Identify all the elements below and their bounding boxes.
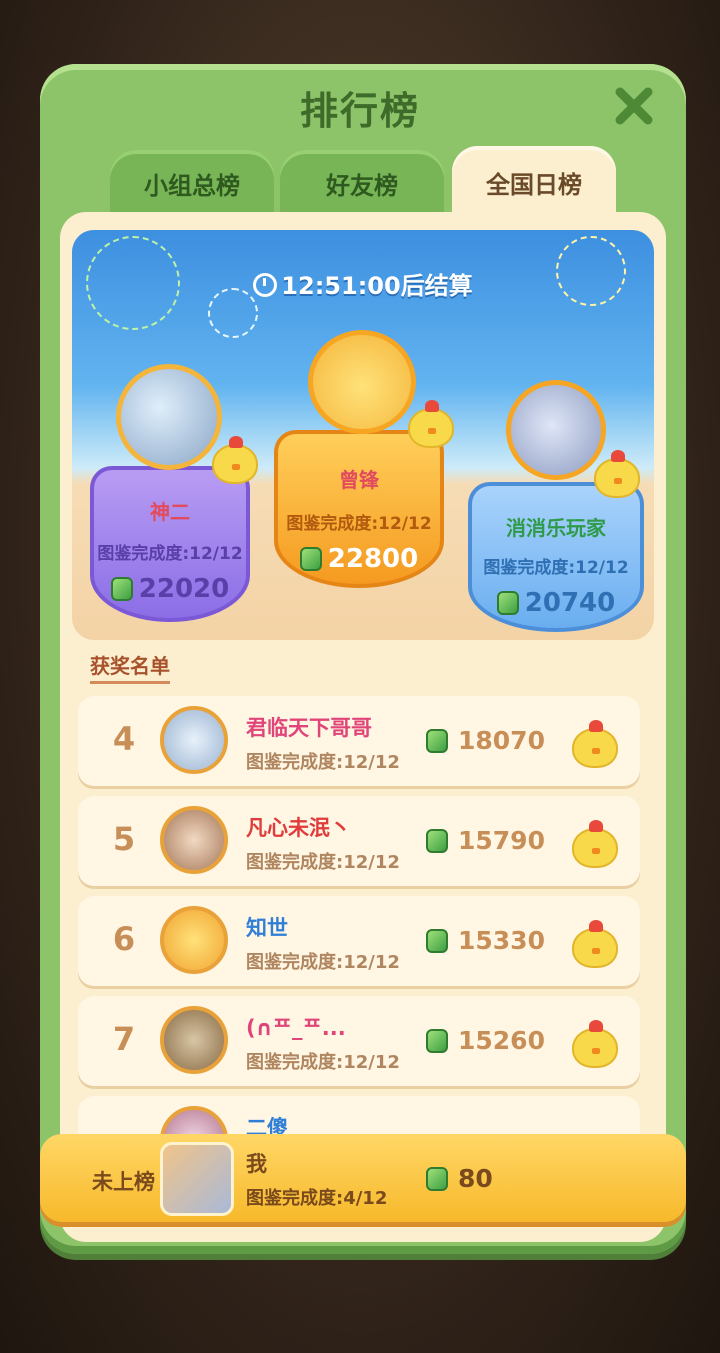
list-item[interactable]: 7 (∩ᄑ_ᄑ... 图鉴完成度:12/12 15260 [78, 996, 640, 1086]
podium-completion: 图鉴完成度:12/12 [97, 544, 243, 564]
avatar [308, 330, 416, 434]
gem-icon [426, 828, 448, 853]
podium-completion: 图鉴完成度:12/12 [286, 514, 432, 534]
avatar [160, 706, 228, 774]
player-score: 18070 [426, 726, 545, 755]
chick-icon [572, 820, 618, 868]
chick-icon [212, 436, 258, 484]
gem-icon [426, 928, 448, 953]
player-name: 凡心未泯丶 [246, 816, 351, 840]
my-rank-bar[interactable]: 未上榜 我 图鉴完成度:4/12 80 [40, 1134, 686, 1222]
podium-score: 22800 [299, 544, 418, 574]
podium-area: 12:51:00后结算 神二 图鉴完成度:12/12 22020 曾锋 图鉴完成… [72, 230, 654, 640]
avatar [160, 906, 228, 974]
completion-text: 图鉴完成度:12/12 [246, 952, 400, 973]
tab-national-daily[interactable]: 全国日榜 [452, 146, 616, 218]
player-name: (∩ᄑ_ᄑ... [246, 1016, 346, 1040]
completion-text: 图鉴完成度:12/12 [246, 752, 400, 773]
list-item[interactable]: 4 君临天下哥哥 图鉴完成度:12/12 18070 [78, 696, 640, 786]
avatar [506, 380, 606, 480]
chick-icon [572, 920, 618, 968]
podium-first-place[interactable]: 曾锋 图鉴完成度:12/12 22800 [274, 430, 444, 588]
my-completion: 图鉴完成度:4/12 [246, 1188, 388, 1209]
podium-completion: 图鉴完成度:12/12 [483, 558, 629, 578]
list-item[interactable]: 5 凡心未泯丶 图鉴完成度:12/12 15790 [78, 796, 640, 886]
chick-icon [572, 720, 618, 768]
my-name: 我 [246, 1152, 267, 1176]
gem-icon [426, 1166, 448, 1191]
completion-text: 图鉴完成度:12/12 [246, 852, 400, 873]
podium-third-place[interactable]: 消消乐玩家 图鉴完成度:12/12 20740 [468, 482, 644, 632]
chick-icon [408, 400, 454, 448]
podium-name: 曾锋 [339, 468, 379, 492]
gem-icon [299, 547, 322, 571]
gem-icon [426, 728, 448, 753]
leaderboard-content[interactable]: 12:51:00后结算 神二 图鉴完成度:12/12 22020 曾锋 图鉴完成… [60, 212, 666, 1242]
chick-icon [594, 450, 640, 498]
rank-number: 5 [112, 820, 136, 858]
podium-name: 神二 [150, 500, 190, 524]
avatar [116, 364, 222, 470]
close-button[interactable] [612, 84, 656, 128]
not-ranked-label: 未上榜 [92, 1170, 155, 1194]
gem-icon [110, 577, 133, 601]
rank-number: 7 [112, 1020, 136, 1058]
rank-number: 6 [112, 920, 136, 958]
podium-name: 消消乐玩家 [506, 516, 606, 540]
player-score: 15790 [426, 826, 545, 855]
avatar [160, 1006, 228, 1074]
my-score: 80 [426, 1164, 493, 1193]
player-score: 15330 [426, 926, 545, 955]
player-name: 知世 [246, 916, 288, 940]
award-list-label: 获奖名单 [90, 650, 170, 684]
clock-icon [253, 273, 278, 297]
podium-second-place[interactable]: 神二 图鉴完成度:12/12 22020 [90, 466, 250, 622]
gem-icon [426, 1028, 448, 1053]
chick-icon [572, 1020, 618, 1068]
podium-score: 22020 [110, 574, 229, 604]
settlement-timer: 12:51:00后结算 [72, 266, 654, 301]
completion-text: 图鉴完成度:12/12 [246, 1052, 400, 1073]
rank-number: 4 [112, 720, 136, 758]
list-item[interactable]: 6 知世 图鉴完成度:12/12 15330 [78, 896, 640, 986]
avatar [160, 806, 228, 874]
player-name: 君临天下哥哥 [246, 716, 372, 740]
tab-group-total[interactable]: 小组总榜 [110, 150, 274, 216]
gem-icon [496, 591, 519, 615]
player-score: 15260 [426, 1026, 545, 1055]
avatar [160, 1142, 234, 1216]
podium-score: 20740 [496, 588, 615, 618]
tab-friends[interactable]: 好友榜 [280, 150, 444, 216]
close-icon [615, 87, 653, 125]
